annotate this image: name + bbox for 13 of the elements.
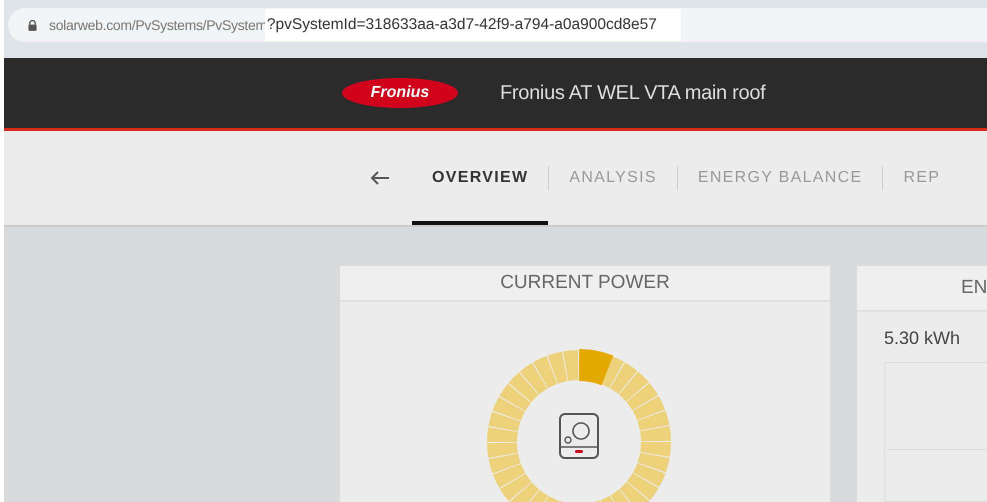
url-text: solarweb.com/PvSystems/PvSystem [49, 17, 267, 33]
tab[interactable]: OVERVIEW [412, 131, 548, 225]
lock-icon [28, 20, 37, 30]
energy-value: 5.30 kWh [884, 328, 960, 349]
address-bar[interactable]: solarweb.com/PvSystems/PvSystem?pvSystemId=318633aa-a3d7-42f9-a794-a0a900cd8e57 [8, 8, 987, 42]
tab[interactable]: REP [883, 131, 960, 225]
inverter-icon [559, 413, 599, 459]
tab[interactable]: ENERGY BALANCE [678, 131, 882, 225]
selected-url-text: ?pvSystemId=318633aa-a3d7-42f9-a794-a0a900cd8e57 [264, 9, 681, 41]
logo: Fronius [342, 78, 458, 108]
tab[interactable]: ANALYSIS [549, 131, 677, 225]
site-title: Fronius AT WEL VTA main roof [500, 82, 766, 104]
back-arrow-icon[interactable] [370, 170, 390, 186]
